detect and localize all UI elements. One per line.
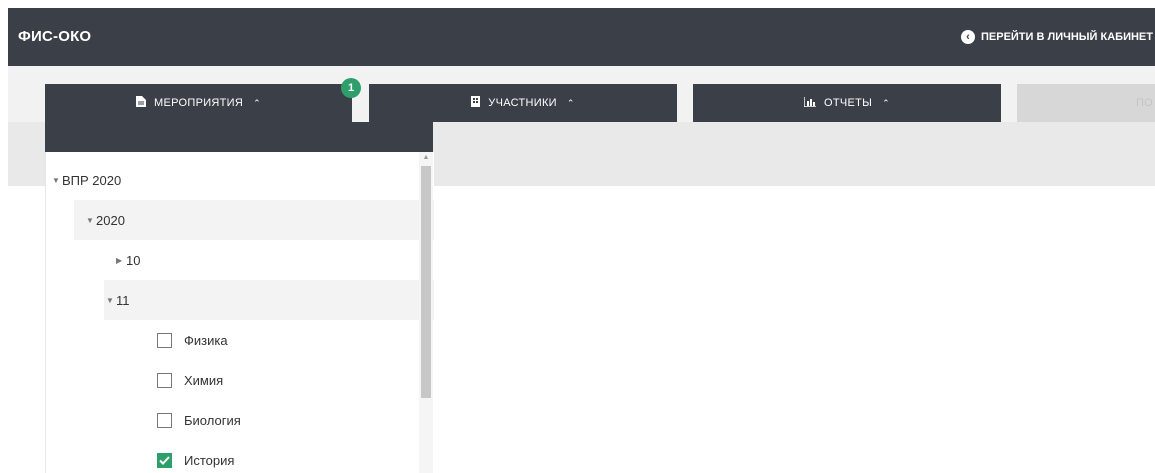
tab-events[interactable]: МЕРОПРИЯТИЯ ⌃ — [45, 84, 352, 122]
tree-node-grade-11[interactable]: ▼ 11 — [46, 280, 434, 320]
app-title: ФИС-ОКО — [18, 28, 92, 45]
tree-node-grade-10[interactable]: ▶ 10 — [46, 240, 434, 280]
row-background — [104, 280, 434, 320]
notification-badge: 1 — [341, 78, 361, 98]
subject-item-physics[interactable]: Физика — [46, 320, 434, 360]
events-tree-dropdown: ▼ ВПР 2020 ▼ 2020 ▶ 10 ▼ 11 Физика Химия… — [45, 152, 434, 473]
tab-more[interactable]: ПО — [1017, 84, 1155, 122]
subject-checkbox[interactable] — [157, 452, 172, 468]
tree-node-label: 11 — [116, 292, 130, 308]
caret-down-icon: ▼ — [86, 215, 94, 225]
chevron-up-icon: ⌃ — [253, 97, 261, 108]
tab-participants-label: УЧАСТНИКИ — [488, 97, 557, 109]
tree-node-label: 2020 — [96, 212, 125, 228]
subject-item-biology[interactable]: Биология — [46, 400, 434, 440]
subject-label: История — [184, 452, 235, 468]
building-icon — [471, 96, 481, 110]
caret-down-icon: ▼ — [106, 295, 114, 305]
cabinet-link[interactable]: ‹ ПЕРЕЙТИ В ЛИЧНЫЙ КАБИНЕТ — [960, 30, 1153, 44]
tab-events-label: МЕРОПРИЯТИЯ — [154, 97, 244, 109]
subject-item-chemistry[interactable]: Химия — [46, 360, 434, 400]
subject-label: Биология — [184, 412, 241, 428]
bar-chart-icon — [803, 96, 816, 110]
row-background — [74, 200, 434, 240]
scrollbar-thumb[interactable] — [421, 166, 431, 398]
caret-right-icon: ▶ — [116, 255, 123, 265]
subject-item-history[interactable]: История — [46, 440, 434, 473]
tab-reports-label: ОТЧЕТЫ — [823, 97, 873, 109]
subject-label: Физика — [184, 332, 228, 348]
subject-checkbox[interactable] — [157, 412, 172, 428]
subject-label: Химия — [184, 372, 224, 388]
tree-node-vpr2020[interactable]: ▼ ВПР 2020 — [46, 160, 426, 200]
chevron-up-icon: ⌃ — [566, 97, 575, 108]
tab-more-label: ПО — [1135, 97, 1153, 109]
caret-down-icon: ▼ — [52, 175, 60, 185]
subject-checkbox[interactable] — [157, 332, 172, 348]
scroll-up-icon[interactable]: ▲ — [421, 153, 431, 163]
document-icon — [136, 96, 147, 110]
chevron-up-icon: ⌃ — [882, 97, 891, 108]
check-icon — [159, 455, 170, 465]
cabinet-link-label: ПЕРЕЙТИ В ЛИЧНЫЙ КАБИНЕТ — [980, 31, 1153, 43]
tab-participants[interactable]: УЧАСТНИКИ ⌃ — [369, 84, 677, 122]
subject-checkbox[interactable] — [157, 372, 172, 388]
chevron-left-circle-icon: ‹ — [960, 30, 975, 44]
tree-node-label: 10 — [126, 252, 141, 268]
tab-reports[interactable]: ОТЧЕТЫ ⌃ — [693, 84, 1001, 122]
tree-node-2020[interactable]: ▼ 2020 — [46, 200, 434, 240]
dropdown-header — [45, 122, 433, 152]
tree-node-label: ВПР 2020 — [62, 172, 122, 188]
top-bar: ФИС-ОКО ‹ ПЕРЕЙТИ В ЛИЧНЫЙ КАБИНЕТ — [8, 8, 1155, 66]
